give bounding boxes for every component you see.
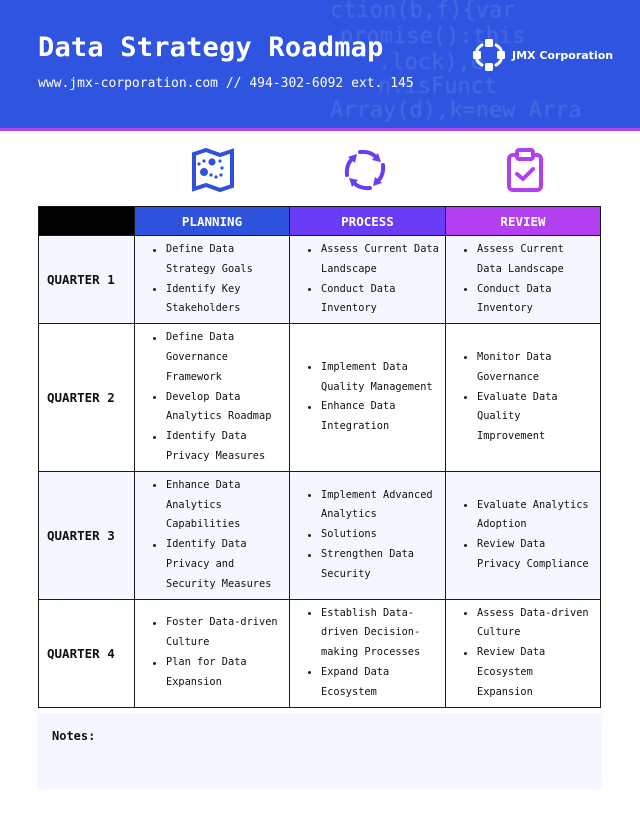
- company-logo: JMX Corporation: [472, 38, 613, 72]
- planning-cell: Define Data Strategy Goals Identify Key S…: [134, 234, 290, 325]
- task-item: Identify Data Privacy and Security Measu…: [151, 535, 283, 594]
- task-item: Conduct Data Inventory: [306, 280, 439, 320]
- notes-box[interactable]: Notes:: [37, 713, 602, 789]
- process-cell: Assess Current Data Landscape Conduct Dat…: [289, 234, 446, 325]
- column-header-process: PROCESS: [289, 206, 446, 236]
- column-icons: [0, 147, 640, 193]
- header-banner: ction(b,f){var promise():this .lock),e n…: [0, 0, 640, 128]
- task-item: Enhance Data Analytics Capabilities: [151, 476, 283, 535]
- process-task-list: Establish Data-driven Decision-making Pr…: [290, 604, 439, 703]
- task-item: Monitor Data Governance: [462, 348, 594, 388]
- quarter-label: QUARTER 1: [38, 234, 135, 325]
- planning-cell: Enhance Data Analytics Capabilities Ident…: [134, 470, 290, 600]
- task-item: Assess Data-driven Culture: [462, 604, 594, 644]
- task-item: Implement Data Quality Management: [306, 358, 439, 398]
- task-item: Develop Data Analytics Roadmap: [151, 388, 283, 428]
- quarter-label: QUARTER 3: [38, 470, 135, 600]
- map-icon: [190, 147, 236, 193]
- quarter-label: QUARTER 2: [38, 323, 135, 472]
- company-name: JMX Corporation: [512, 48, 614, 62]
- review-task-list: Monitor Data Governance Evaluate Data Qua…: [446, 348, 594, 447]
- logo-mark-icon: [473, 39, 505, 71]
- task-item: Review Data Privacy Compliance: [462, 535, 594, 575]
- review-cell: Assess Data-driven Culture Review Data Ec…: [445, 598, 601, 708]
- column-header-planning: PLANNING: [134, 206, 290, 236]
- review-task-list: Assess Current Data Landscape Conduct Dat…: [446, 240, 594, 319]
- task-item: Expand Data Ecosystem: [306, 663, 439, 703]
- task-item: Implement Advanced Analytics: [306, 486, 439, 526]
- task-item: Strengthen Data Security: [306, 545, 439, 585]
- process-task-list: Implement Data Quality Management Enhance…: [290, 358, 439, 437]
- header-accent-line: [0, 128, 640, 131]
- task-item: Enhance Data Integration: [306, 397, 439, 437]
- review-cell: Evaluate Analytics Adoption Review Data P…: [445, 470, 601, 600]
- table-row: QUARTER 1 Define Data Strategy Goals Ident…: [38, 234, 601, 325]
- task-item: Define Data Strategy Goals: [151, 240, 283, 280]
- planning-task-list: Enhance Data Analytics Capabilities Ident…: [135, 476, 283, 595]
- review-cell: Monitor Data Governance Evaluate Data Qua…: [445, 323, 601, 472]
- task-item: Identify Data Privacy Measures: [151, 427, 283, 467]
- review-cell: Assess Current Data Landscape Conduct Dat…: [445, 234, 601, 325]
- planning-task-list: Define Data Governance Framework Develop …: [135, 328, 283, 467]
- roadmap-table: PLANNING PROCESS REVIEW QUARTER 1 Define …: [38, 206, 601, 708]
- review-task-list: Evaluate Analytics Adoption Review Data P…: [446, 496, 594, 575]
- process-task-list: Implement Advanced Analytics Solutions Str…: [290, 486, 439, 585]
- review-task-list: Assess Data-driven Culture Review Data Ec…: [446, 604, 594, 703]
- clipboard-check-icon: [502, 147, 548, 193]
- code-fragment: Array(d),k=new Arra: [330, 98, 582, 123]
- planning-cell: Foster Data-driven Culture Plan for Data …: [134, 598, 290, 708]
- planning-cell: Define Data Governance Framework Develop …: [134, 323, 290, 472]
- task-item: Identify Key Stakeholders: [151, 280, 283, 320]
- task-item: Assess Current Data Landscape: [462, 240, 594, 280]
- contact-line: www.jmx-corporation.com // 494-302-6092 …: [38, 76, 414, 91]
- task-item: Solutions: [306, 525, 439, 545]
- planning-task-list: Define Data Strategy Goals Identify Key S…: [135, 240, 283, 319]
- task-item: Define Data Governance Framework: [151, 328, 283, 387]
- table-row: QUARTER 2 Define Data Governance Framewor…: [38, 323, 601, 472]
- corner-header: [38, 206, 135, 236]
- table-header-row: PLANNING PROCESS REVIEW: [38, 206, 601, 236]
- process-cell: Implement Data Quality Management Enhance…: [289, 323, 446, 472]
- page-title: Data Strategy Roadmap: [38, 32, 384, 63]
- notes-label: Notes:: [52, 729, 96, 743]
- table-row: QUARTER 3 Enhance Data Analytics Capabili…: [38, 470, 601, 600]
- process-cell: Implement Advanced Analytics Solutions Str…: [289, 470, 446, 600]
- task-item: Evaluate Analytics Adoption: [462, 496, 594, 536]
- column-header-review: REVIEW: [445, 206, 601, 236]
- task-item: Review Data Ecosystem Expansion: [462, 643, 594, 702]
- quarter-label: QUARTER 4: [38, 598, 135, 708]
- task-item: Foster Data-driven Culture: [151, 613, 283, 653]
- task-item: Plan for Data Expansion: [151, 653, 283, 693]
- table-row: QUARTER 4 Foster Data-driven Culture Plan …: [38, 598, 601, 708]
- task-item: Evaluate Data Quality Improvement: [462, 388, 594, 447]
- task-item: Assess Current Data Landscape: [306, 240, 439, 280]
- cycle-arrows-icon: [342, 147, 388, 193]
- task-item: Conduct Data Inventory: [462, 280, 594, 320]
- process-task-list: Assess Current Data Landscape Conduct Dat…: [290, 240, 439, 319]
- task-item: Establish Data-driven Decision-making Pr…: [306, 604, 439, 663]
- planning-task-list: Foster Data-driven Culture Plan for Data …: [135, 613, 283, 692]
- process-cell: Establish Data-driven Decision-making Pr…: [289, 598, 446, 708]
